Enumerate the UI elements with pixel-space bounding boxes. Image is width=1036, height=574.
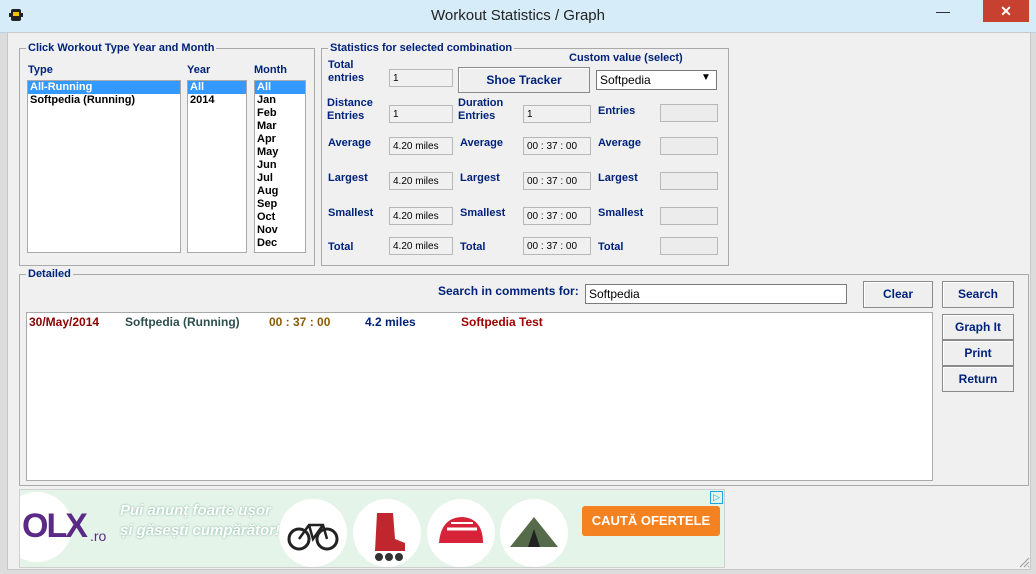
result-comment: Softpedia Test: [461, 315, 543, 329]
result-duration: 00 : 37 : 00: [269, 315, 331, 329]
distance-total-label: Total: [328, 241, 354, 253]
close-button[interactable]: ✕: [983, 0, 1029, 22]
olx-logo: OLX: [22, 507, 88, 545]
custom-value-label: Custom value (select): [569, 52, 683, 64]
ad-choices-icon[interactable]: ▷: [710, 491, 723, 504]
detailed-legend: Detailed: [28, 268, 71, 280]
search-button[interactable]: Search: [942, 281, 1014, 308]
month-list-item[interactable]: Apr: [255, 133, 305, 146]
duration-average-field: 00 : 37 : 00: [523, 137, 591, 155]
bicycle-icon: [279, 499, 347, 567]
month-list-item[interactable]: All: [255, 81, 305, 94]
month-header: Month: [254, 64, 287, 76]
month-list-item[interactable]: Feb: [255, 107, 305, 120]
title-bar: Workout Statistics / Graph — ✕: [0, 0, 1036, 33]
ad-cta-button[interactable]: CAUTĂ OFERTELE: [582, 506, 720, 536]
month-list-item[interactable]: Mar: [255, 120, 305, 133]
graph-it-button[interactable]: Graph It: [942, 314, 1014, 340]
distance-average-field: 4.20 miles: [389, 137, 453, 155]
year-list-item[interactable]: 2014: [188, 94, 246, 107]
month-list-item[interactable]: Dec: [255, 237, 305, 250]
window-title: Workout Statistics / Graph: [431, 7, 605, 24]
month-list-item[interactable]: May: [255, 146, 305, 159]
month-list-item[interactable]: Jun: [255, 159, 305, 172]
duration-smallest-label: Smallest: [460, 207, 506, 219]
custom-entries-field: [660, 104, 718, 122]
distance-largest-label: Largest: [328, 172, 368, 184]
type-listbox[interactable]: All-Running Softpedia (Running): [27, 80, 181, 253]
duration-entries-field: 1: [523, 105, 591, 123]
result-distance: 4.2 miles: [365, 315, 416, 329]
minimize-button[interactable]: —: [935, 0, 951, 22]
ad-tagline-1: Pui anunț foarte ușor: [120, 502, 271, 519]
duration-total-field: 00 : 37 : 00: [523, 237, 591, 255]
custom-entries-label: Entries: [598, 105, 636, 117]
total-entries-label: Total entries: [328, 59, 365, 84]
duration-largest-field: 00 : 37 : 00: [523, 172, 591, 190]
distance-smallest-field: 4.20 miles: [389, 207, 453, 225]
year-list-item[interactable]: All: [188, 81, 246, 94]
print-button[interactable]: Print: [942, 340, 1014, 366]
custom-average-field: [660, 137, 718, 155]
rollerblade-icon: [353, 499, 421, 567]
search-input[interactable]: Softpedia: [585, 284, 847, 304]
custom-smallest-field: [660, 207, 718, 225]
custom-largest-field: [660, 172, 718, 190]
month-list-item[interactable]: Aug: [255, 185, 305, 198]
custom-total-label: Total: [598, 241, 624, 253]
year-header: Year: [187, 64, 211, 76]
month-list-item[interactable]: Nov: [255, 224, 305, 237]
size-grip-icon[interactable]: [1018, 556, 1030, 568]
ad-tagline-2: și găsești cumpărător!: [120, 522, 281, 539]
helmet-icon: [427, 499, 495, 567]
duration-total-label: Total: [460, 241, 486, 253]
duration-average-label: Average: [460, 137, 504, 149]
duration-entries-label: Duration Entries: [458, 97, 504, 122]
shoe-tracker-button[interactable]: Shoe Tracker: [458, 67, 590, 93]
search-comments-label: Search in comments for:: [438, 284, 579, 298]
selection-legend: Click Workout Type Year and Month: [28, 42, 215, 54]
results-list[interactable]: 30/May/2014 Softpedia (Running) 00 : 37 …: [26, 312, 933, 481]
custom-smallest-label: Smallest: [598, 207, 644, 219]
custom-largest-label: Largest: [598, 172, 638, 184]
distance-average-label: Average: [328, 137, 372, 149]
distance-total-field: 4.20 miles: [389, 237, 453, 255]
clear-button[interactable]: Clear: [863, 281, 933, 308]
month-list-item[interactable]: Oct: [255, 211, 305, 224]
type-header: Type: [28, 64, 53, 76]
type-list-item[interactable]: Softpedia (Running): [28, 94, 180, 107]
month-list-item[interactable]: Sep: [255, 198, 305, 211]
month-list-item[interactable]: Jan: [255, 94, 305, 107]
statistics-legend: Statistics for selected combination: [330, 42, 513, 54]
year-listbox[interactable]: All 2014: [187, 80, 247, 253]
return-button[interactable]: Return: [942, 366, 1014, 392]
distance-smallest-label: Smallest: [328, 207, 374, 219]
duration-smallest-field: 00 : 37 : 00: [523, 207, 591, 225]
custom-value-selected: Softpedia: [600, 73, 651, 87]
total-entries-field: 1: [389, 69, 453, 87]
result-type: Softpedia (Running): [125, 315, 240, 329]
tent-icon: [500, 499, 568, 567]
result-date: 30/May/2014: [29, 315, 100, 329]
month-listbox[interactable]: All Jan Feb Mar Apr May Jun Jul Aug Sep …: [254, 80, 306, 253]
duration-largest-label: Largest: [460, 172, 500, 184]
custom-average-label: Average: [598, 137, 642, 149]
distance-largest-field: 4.20 miles: [389, 172, 453, 190]
chevron-down-icon[interactable]: ▼: [701, 72, 711, 83]
distance-entries-label: Distance Entries: [327, 97, 373, 122]
month-list-item[interactable]: Jul: [255, 172, 305, 185]
ad-banner[interactable]: OLX .ro Pui anunț foarte ușor și găsești…: [19, 489, 725, 568]
type-list-item[interactable]: All-Running: [28, 81, 180, 94]
custom-value-select[interactable]: Softpedia ▼: [596, 70, 717, 90]
olx-logo-tld: .ro: [90, 528, 107, 544]
custom-total-field: [660, 237, 718, 255]
table-row[interactable]: 30/May/2014 Softpedia (Running) 00 : 37 …: [27, 315, 927, 331]
distance-entries-field: 1: [389, 105, 453, 123]
